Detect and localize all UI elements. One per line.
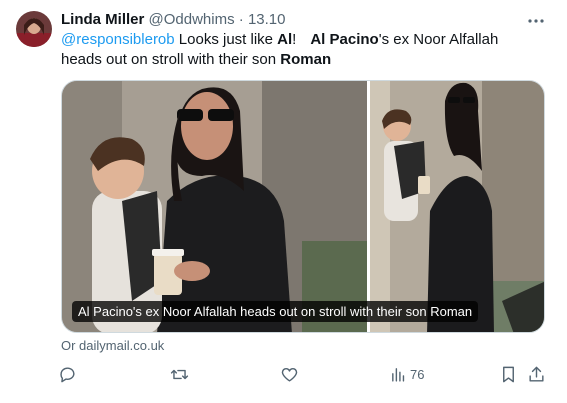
share-button[interactable] xyxy=(527,362,546,386)
text-bold: Al Pacino xyxy=(310,31,379,48)
action-bar: 76 xyxy=(58,362,548,386)
card-photo xyxy=(62,81,544,332)
views-count: 76 xyxy=(410,366,425,382)
like-button[interactable] xyxy=(280,362,299,386)
retweet-button[interactable] xyxy=(170,362,189,386)
reply-button[interactable] xyxy=(58,362,77,386)
text-segment: Looks just like xyxy=(174,31,278,48)
reply-icon xyxy=(60,366,75,382)
author-name[interactable]: Linda Miller xyxy=(61,11,144,28)
retweet-icon xyxy=(170,369,189,379)
tweet-header: Linda Miller @Oddwhims · 13.10 xyxy=(61,10,286,30)
separator-dot: · xyxy=(238,11,244,28)
views-icon xyxy=(392,367,405,382)
tweet-text: @responsiblerob Looks just like Al! Al Pa… xyxy=(61,30,541,70)
share-icon xyxy=(529,366,544,382)
link-card[interactable]: Al Pacino's ex Noor Alfallah heads out o… xyxy=(61,80,545,333)
avatar[interactable] xyxy=(16,11,52,47)
card-source[interactable]: Or dailymail.co.uk xyxy=(61,338,164,354)
bookmark-icon xyxy=(503,366,514,382)
avatar-image xyxy=(16,11,52,47)
timestamp[interactable]: 13.10 xyxy=(248,11,286,28)
text-bold: Al xyxy=(277,31,293,48)
bookmark-button[interactable] xyxy=(499,362,518,386)
text-bold: Roman xyxy=(280,51,332,68)
tweet[interactable]: Linda Miller @Oddwhims · 13.10 @responsi… xyxy=(0,0,567,403)
heart-icon xyxy=(281,367,298,382)
views-button[interactable]: 76 xyxy=(390,362,424,386)
text-segment: ! xyxy=(292,31,297,48)
mention-link[interactable]: @responsiblerob xyxy=(61,31,175,48)
author-handle[interactable]: @Oddwhims xyxy=(149,11,235,28)
card-caption: Al Pacino's ex Noor Alfallah heads out o… xyxy=(72,301,479,322)
